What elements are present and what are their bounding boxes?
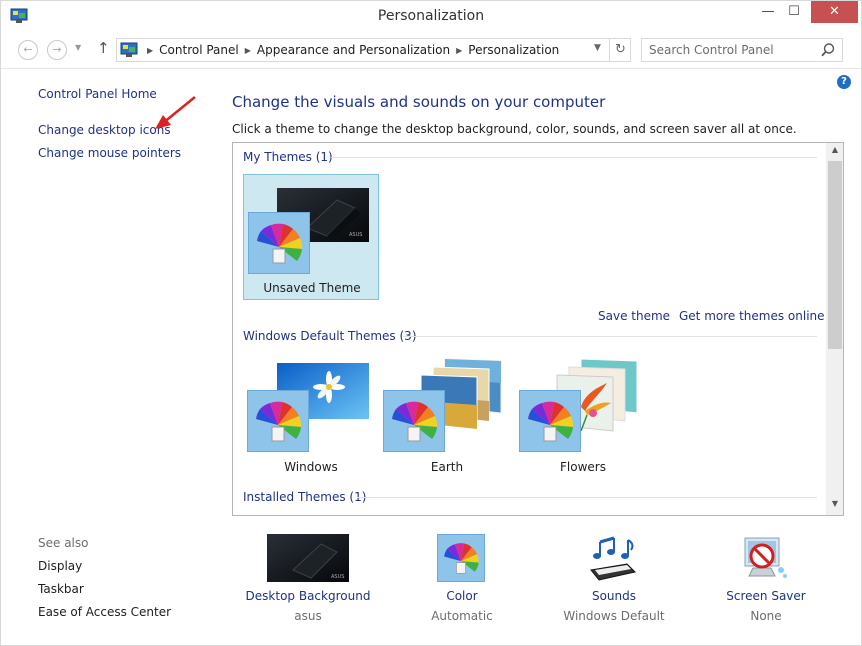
- title-bar: Personalization — ☐ ✕: [1, 1, 861, 33]
- refresh-button[interactable]: ↻: [609, 39, 631, 61]
- ease-of-access-center-link[interactable]: Ease of Access Center: [38, 605, 171, 619]
- minimize-button[interactable]: —: [755, 1, 781, 23]
- section-divider: [357, 497, 817, 498]
- sounds-icon: [587, 534, 639, 582]
- my-themes-heading: My Themes (1): [243, 150, 333, 164]
- address-dropdown-icon[interactable]: ▼: [594, 43, 601, 53]
- breadcrumb-separator-icon[interactable]: ▶: [245, 46, 251, 55]
- theme-name-windows: Windows: [284, 460, 338, 474]
- theme-tile-unsaved[interactable]: ASUS Unsaved Theme: [243, 174, 379, 300]
- theme-tile-flowers[interactable]: Flowers: [515, 353, 651, 479]
- section-divider: [331, 157, 817, 158]
- color-value: Automatic: [431, 609, 493, 623]
- color-palette-icon: [248, 212, 310, 274]
- breadcrumb-separator-icon[interactable]: ▶: [147, 46, 153, 55]
- theme-tile-windows[interactable]: Windows: [243, 353, 379, 479]
- theme-list-scrollbar[interactable]: ▲ ▼: [826, 143, 843, 515]
- taskbar-link[interactable]: Taskbar: [38, 582, 84, 596]
- scroll-up-icon[interactable]: ▲: [826, 145, 843, 159]
- sounds-label[interactable]: Sounds: [539, 589, 689, 603]
- desktop-background-icon: ASUS: [267, 534, 349, 582]
- address-bar[interactable]: ▶ Control Panel ▶ Appearance and Personaliz…: [116, 38, 631, 62]
- section-divider: [403, 336, 817, 337]
- window-title: Personalization: [377, 8, 485, 24]
- save-theme-link[interactable]: Save theme: [598, 309, 670, 323]
- recent-locations-chevron-icon[interactable]: ▼: [75, 43, 81, 52]
- get-more-themes-online-link[interactable]: Get more themes online: [679, 309, 825, 323]
- svg-text:ASUS: ASUS: [349, 232, 362, 238]
- theme-name-flowers: Flowers: [560, 460, 606, 474]
- page-title: Change the visuals and sounds on your co…: [232, 93, 606, 111]
- desktop-background-value: asus: [294, 609, 322, 623]
- breadcrumb-control-panel[interactable]: Control Panel: [159, 43, 239, 57]
- change-mouse-pointers-link[interactable]: Change mouse pointers: [38, 146, 181, 160]
- installed-themes-heading: Installed Themes (1): [243, 490, 367, 504]
- up-button[interactable]: ↑: [97, 39, 110, 57]
- default-themes-heading: Windows Default Themes (3): [243, 329, 417, 343]
- color-palette-icon: [519, 390, 581, 452]
- svg-text:ASUS: ASUS: [331, 574, 344, 580]
- help-icon[interactable]: ?: [837, 75, 851, 89]
- screen-saver-value: None: [750, 609, 782, 623]
- scrollbar-thumb[interactable]: [828, 161, 842, 349]
- theme-name-unsaved: Unsaved Theme: [263, 281, 361, 295]
- color-palette-icon: [247, 390, 309, 452]
- theme-list: My Themes (1) ASUS Unsaved Theme Save th…: [232, 142, 844, 516]
- color-label[interactable]: Color: [387, 589, 537, 603]
- search-box[interactable]: [641, 38, 843, 62]
- scroll-down-icon[interactable]: ▼: [826, 499, 843, 513]
- annotation-arrow-icon: [155, 96, 196, 129]
- back-button[interactable]: ←: [18, 40, 38, 60]
- navigation-bar: ← → ▼ ↑ ▶ Control Panel ▶ Appearance and Pe…: [1, 33, 861, 69]
- page-description: Click a theme to change the desktop back…: [232, 122, 797, 136]
- search-input[interactable]: [642, 39, 812, 61]
- theme-name-earth: Earth: [430, 460, 464, 474]
- color-palette-icon: [437, 534, 485, 582]
- see-also-heading: See also: [38, 536, 89, 550]
- color-palette-icon: [383, 390, 445, 452]
- control-panel-home-link[interactable]: Control Panel Home: [38, 87, 157, 101]
- sounds-value: Windows Default: [563, 609, 665, 623]
- personalization-window: Personalization — ☐ ✕ ← → ▼ ↑ ▶ Control P…: [0, 0, 862, 646]
- display-link[interactable]: Display: [38, 559, 82, 573]
- search-icon[interactable]: [820, 42, 836, 58]
- screen-saver-icon: [739, 534, 791, 584]
- screen-saver-label[interactable]: Screen Saver: [691, 589, 841, 603]
- maximize-button[interactable]: ☐: [781, 1, 807, 23]
- forward-button[interactable]: →: [47, 40, 67, 60]
- breadcrumb-appearance[interactable]: Appearance and Personalization: [257, 43, 450, 57]
- close-button[interactable]: ✕: [811, 1, 858, 23]
- control-panel-icon: [120, 42, 138, 57]
- breadcrumb: ▶ Control Panel ▶ Appearance and Personaliz…: [141, 43, 559, 57]
- breadcrumb-personalization[interactable]: Personalization: [468, 43, 559, 57]
- desktop-background-label[interactable]: Desktop Background: [233, 589, 383, 603]
- breadcrumb-separator-icon[interactable]: ▶: [456, 46, 462, 55]
- theme-tile-earth[interactable]: Earth: [379, 353, 515, 479]
